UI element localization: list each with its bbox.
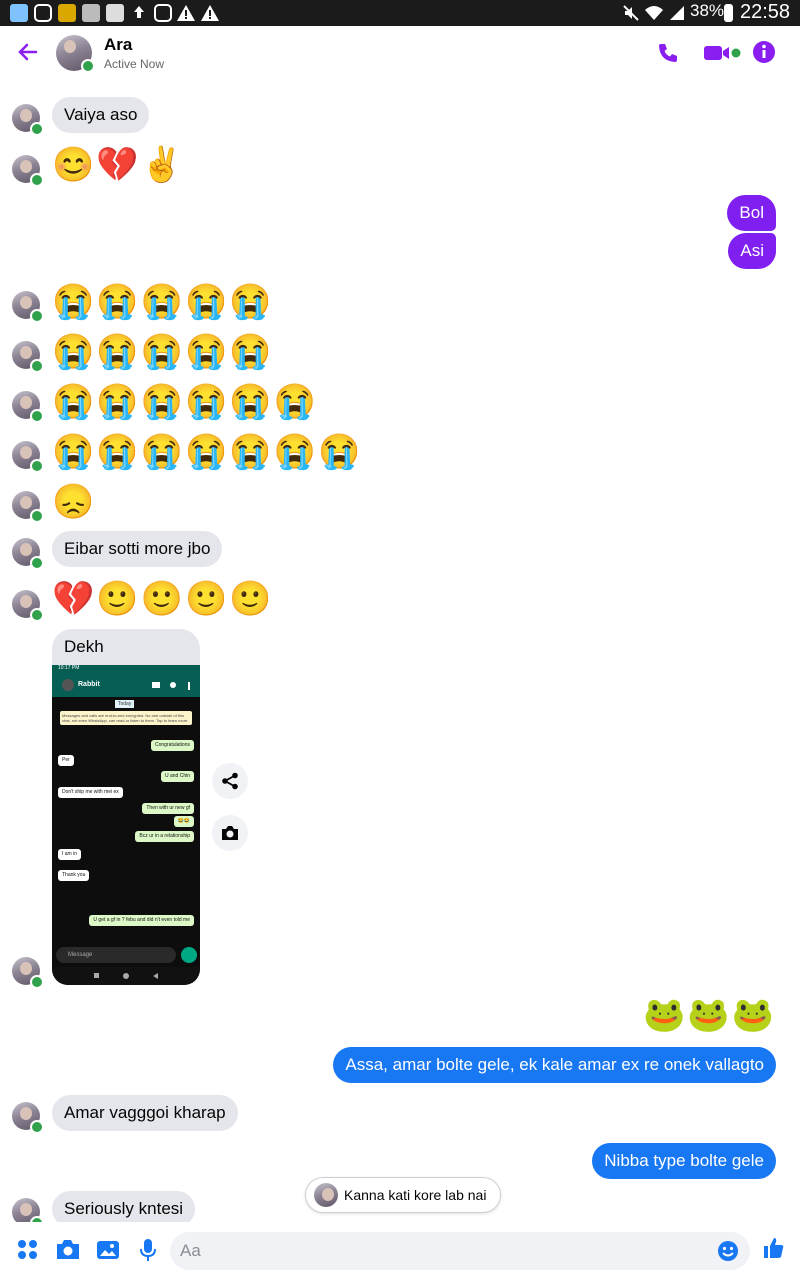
active-dot bbox=[30, 509, 44, 523]
sent-message-bubble[interactable]: Asi bbox=[728, 233, 776, 269]
whatsapp-message-bubble: Bcz ur in a relationship bbox=[135, 831, 194, 842]
battery-percent: 38% bbox=[690, 1, 725, 20]
menu-grid-icon[interactable] bbox=[17, 1239, 39, 1266]
video-call-icon[interactable] bbox=[704, 41, 742, 70]
emoji-message[interactable]: 😭😭😭😭😭 bbox=[52, 282, 274, 322]
camera-icon bbox=[222, 826, 238, 840]
emoji-message[interactable]: 😭😭😭😭😭😭😭 bbox=[52, 432, 362, 472]
clock: 22:58 bbox=[740, 1, 791, 23]
active-dot bbox=[30, 359, 44, 373]
whatsapp-message-bubble: U and Chin bbox=[160, 771, 194, 782]
upload-icon bbox=[130, 4, 148, 22]
active-status: Active Now bbox=[104, 57, 165, 71]
active-dot bbox=[30, 459, 44, 473]
whatsapp-message-bubble: Per bbox=[58, 755, 74, 766]
date-chip: Today bbox=[115, 700, 135, 708]
wifi-icon bbox=[644, 4, 663, 22]
sent-message-bubble[interactable]: Bol bbox=[727, 195, 776, 231]
whatsapp-message-bubble: Don't ship me with mei ex bbox=[58, 787, 123, 798]
whatsapp-message-bubble: I am in bbox=[58, 849, 82, 860]
microphone-icon[interactable] bbox=[139, 1239, 157, 1266]
contact-name[interactable]: Ara bbox=[104, 35, 132, 55]
emoji-message[interactable]: 😭😭😭😭😭 bbox=[52, 332, 274, 372]
sent-message-bubble[interactable]: Assa, amar bolte gele, ek kale amar ex r… bbox=[333, 1047, 776, 1083]
whatsapp-header: Rabbit bbox=[52, 673, 200, 697]
sent-message-bubble[interactable]: Nibba type bolte gele bbox=[592, 1143, 776, 1179]
phone-icon[interactable] bbox=[656, 41, 680, 70]
composer-bar: Aa bbox=[0, 1222, 800, 1280]
warning-icon bbox=[176, 4, 195, 22]
message-input-placeholder: Aa bbox=[180, 1241, 201, 1260]
active-dot bbox=[30, 1120, 44, 1134]
encryption-notice: Messages and calls are end-to-end encryp… bbox=[60, 711, 192, 725]
app-icon bbox=[58, 4, 76, 22]
active-dot bbox=[30, 975, 44, 989]
status-bar: 38% 22:58 bbox=[0, 0, 800, 26]
camera-icon[interactable] bbox=[56, 1239, 80, 1266]
message-input[interactable]: Aa bbox=[170, 1232, 750, 1270]
emoji-message[interactable]: 🐸🐸🐸 bbox=[643, 995, 776, 1035]
contact-name: Rabbit bbox=[78, 681, 100, 688]
active-dot bbox=[30, 409, 44, 423]
notification-icon bbox=[10, 4, 28, 22]
message-bubble[interactable]: Amar vagggoi kharap bbox=[52, 1095, 238, 1131]
whatsapp-message-bubble: Then with ur new gf bbox=[142, 803, 194, 814]
signal-icon bbox=[668, 4, 686, 22]
chat-header: Ara Active Now bbox=[0, 26, 800, 82]
message-bubble[interactable]: Eibar sotti more jbo bbox=[52, 531, 223, 567]
back-arrow-icon[interactable] bbox=[16, 40, 40, 69]
back-icon bbox=[153, 973, 158, 979]
more-icon bbox=[188, 682, 190, 690]
phone-icon bbox=[170, 682, 176, 688]
share-button[interactable] bbox=[212, 763, 248, 799]
preview-avatar bbox=[314, 1183, 338, 1207]
emoji-message[interactable]: 😞 bbox=[52, 482, 96, 522]
instagram-icon bbox=[34, 4, 52, 22]
warning-icon bbox=[200, 4, 219, 22]
emoji-message[interactable]: 😭😭😭😭😭😭 bbox=[52, 382, 318, 422]
emoji-message[interactable]: 💔🙂🙂🙂🙂 bbox=[52, 579, 274, 619]
recents-icon bbox=[94, 973, 99, 978]
emoji-icon[interactable] bbox=[717, 1240, 739, 1267]
whatsapp-composer: Message bbox=[56, 947, 176, 963]
whatsapp-message-bubble: 😂😂 bbox=[173, 816, 194, 827]
info-icon[interactable] bbox=[752, 40, 776, 69]
file-icon bbox=[82, 4, 100, 22]
like-thumb-icon[interactable] bbox=[762, 1236, 786, 1265]
emoji-message[interactable]: 😊💔✌️ bbox=[52, 145, 185, 185]
whatsapp-message-bubble: U get a gf in ? febu and did n't even to… bbox=[89, 915, 194, 926]
instagram-icon bbox=[154, 4, 172, 22]
home-icon bbox=[123, 973, 129, 979]
share-icon bbox=[222, 772, 238, 790]
phone-nav-bar bbox=[52, 967, 200, 985]
shared-screenshot-image[interactable]: 10:17 PM Rabbit Today Messages and calls… bbox=[52, 665, 200, 985]
active-dot bbox=[81, 59, 95, 73]
active-dot bbox=[30, 556, 44, 570]
whatsapp-message-bubble: Congratulations bbox=[150, 740, 194, 751]
mute-icon bbox=[622, 4, 640, 22]
whatsapp-message-bubble: Thank you bbox=[58, 870, 90, 881]
contact-avatar bbox=[62, 679, 74, 691]
message-bubble[interactable]: Vaiya aso bbox=[52, 97, 150, 133]
active-dot bbox=[30, 309, 44, 323]
active-dot bbox=[30, 608, 44, 622]
active-dot bbox=[30, 173, 44, 187]
video-icon bbox=[152, 682, 160, 688]
gallery-icon[interactable] bbox=[96, 1239, 120, 1266]
preview-text: Kanna kati kore lab nai bbox=[344, 1187, 487, 1203]
active-dot bbox=[30, 122, 44, 136]
phone-status-bar: 10:17 PM bbox=[52, 665, 200, 673]
mic-icon bbox=[181, 947, 197, 963]
camera-button[interactable] bbox=[212, 815, 248, 851]
new-message-preview[interactable]: Kanna kati kore lab nai bbox=[305, 1177, 502, 1213]
battery-icon bbox=[724, 4, 733, 22]
image-icon bbox=[106, 4, 124, 22]
